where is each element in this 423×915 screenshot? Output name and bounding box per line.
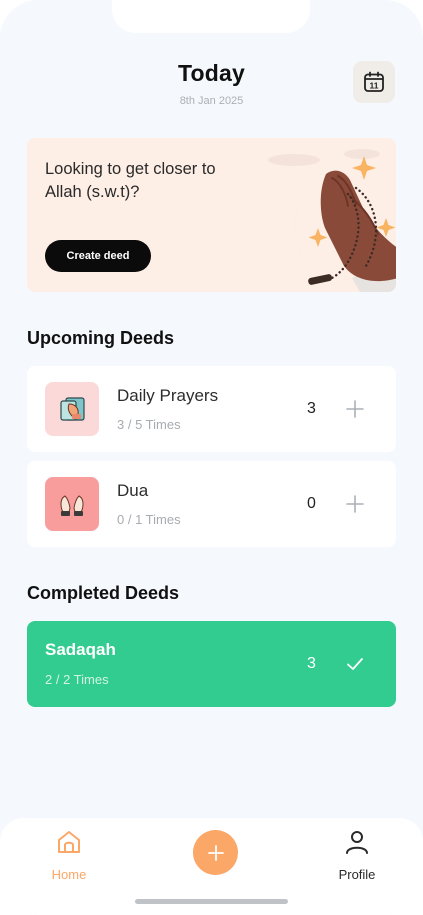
- create-deed-button[interactable]: Create deed: [45, 240, 151, 272]
- deed-icon-tile: [45, 382, 99, 436]
- plus-icon[interactable]: [345, 399, 365, 419]
- check-icon: [347, 658, 363, 670]
- promo-banner: Looking to get closer to Allah (s.w.t)? …: [27, 138, 396, 292]
- deed-card-dua[interactable]: Dua 0 / 1 Times 0: [27, 461, 396, 547]
- calendar-day-number: 11: [370, 80, 379, 90]
- deed-card-daily-prayers[interactable]: Daily Prayers 3 / 5 Times 3: [27, 366, 396, 452]
- prayer-book-icon: [60, 397, 85, 421]
- device-notch: [112, 0, 310, 33]
- deed-count: 3: [307, 655, 316, 672]
- deed-name: Dua: [117, 481, 149, 500]
- deed-card-sadaqah[interactable]: Sadaqah 2 / 2 Times 3: [27, 621, 396, 707]
- app-screen: Today 8th Jan 2025 11 Looking to get clo…: [0, 0, 423, 915]
- deed-count: 3: [307, 400, 316, 417]
- calendar-icon: 11: [364, 71, 384, 92]
- deed-count: 0: [307, 495, 316, 512]
- nav-home[interactable]: Home: [29, 828, 109, 882]
- upcoming-deeds-heading: Upcoming Deeds: [27, 328, 175, 348]
- nav-profile[interactable]: Profile: [317, 828, 397, 882]
- deed-progress: 3 / 5 Times: [117, 417, 181, 432]
- profile-icon: [346, 831, 368, 854]
- deed-progress: 2 / 2 Times: [45, 672, 109, 687]
- plus-icon[interactable]: [345, 494, 365, 514]
- add-deed-button[interactable]: [193, 830, 238, 875]
- nav-home-label: Home: [51, 867, 87, 882]
- praying-hands-illustration: [268, 149, 396, 292]
- completed-deeds-heading: Completed Deeds: [27, 583, 180, 603]
- calendar-button[interactable]: 11: [353, 61, 395, 103]
- plus-icon: [207, 844, 224, 861]
- nav-profile-label: Profile: [338, 867, 376, 882]
- praying-hands-icon: [60, 495, 84, 516]
- deed-name: Daily Prayers: [117, 386, 219, 405]
- deed-name: Sadaqah: [45, 640, 116, 659]
- home-indicator: [135, 899, 288, 904]
- bottom-navigation: Home Profile: [0, 818, 423, 915]
- deed-progress: 0 / 1 Times: [117, 512, 181, 527]
- deed-icon-tile: [45, 477, 99, 531]
- banner-text: Looking to get closer to Allah (s.w.t)?: [45, 160, 216, 201]
- home-icon: [58, 831, 80, 853]
